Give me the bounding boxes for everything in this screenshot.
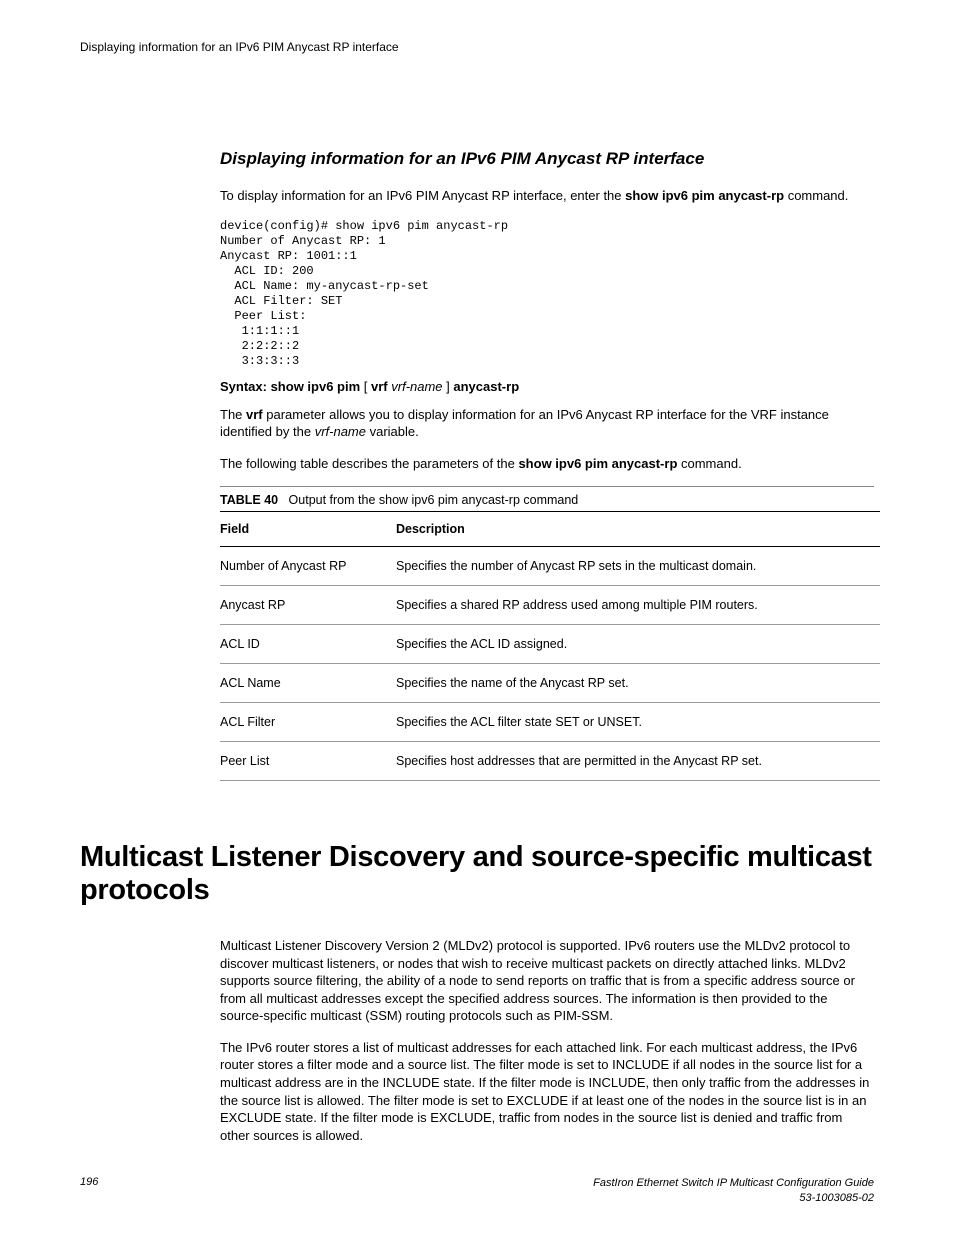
vrf-paragraph: The vrf parameter allows you to display … — [220, 406, 874, 473]
code-block: device(config)# show ipv6 pim anycast-rp… — [220, 219, 874, 369]
footer-docnum: 53-1003085-02 — [799, 1192, 874, 1204]
table-caption-text: Output from the show ipv6 pim anycast-rp… — [289, 493, 579, 507]
table-row: ACL Filter Specifies the ACL filter stat… — [220, 703, 880, 742]
syntax-bracket-open: [ — [360, 379, 371, 394]
section-title: Displaying information for an IPv6 PIM A… — [220, 149, 874, 169]
table-intro-c: command. — [677, 456, 741, 471]
table-caption: TABLE 40 Output from the show ipv6 pim a… — [220, 486, 874, 511]
intro-command: show ipv6 pim anycast-rp — [625, 188, 784, 203]
cell-field: ACL Name — [220, 664, 396, 703]
cell-field: ACL ID — [220, 625, 396, 664]
intro-suffix: command. — [784, 188, 848, 203]
table-caption-label: TABLE 40 — [220, 493, 278, 507]
running-header: Displaying information for an IPv6 PIM A… — [80, 40, 874, 54]
cell-field: Number of Anycast RP — [220, 547, 396, 586]
footer-guide: FastIron Ethernet Switch IP Multicast Co… — [593, 1177, 874, 1189]
intro-paragraph: To display information for an IPv6 PIM A… — [220, 187, 874, 205]
footer-right: FastIron Ethernet Switch IP Multicast Co… — [593, 1176, 874, 1205]
table-intro-cmd: show ipv6 pim anycast-rp — [518, 456, 677, 471]
syntax-label: Syntax: — [220, 379, 271, 394]
table-row: Number of Anycast RP Specifies the numbe… — [220, 547, 880, 586]
syntax-vrf-name: vrf-name — [391, 379, 442, 394]
table-row: Anycast RP Specifies a shared RP address… — [220, 586, 880, 625]
chapter-heading: Multicast Listener Discovery and source-… — [80, 841, 874, 907]
cell-desc: Specifies a shared RP address used among… — [396, 586, 880, 625]
cell-field: ACL Filter — [220, 703, 396, 742]
cell-desc: Specifies the number of Anycast RP sets … — [396, 547, 880, 586]
table-intro-a: The following table describes the parame… — [220, 456, 518, 471]
th-field: Field — [220, 512, 396, 547]
intro-text: To display information for an IPv6 PIM A… — [220, 188, 625, 203]
cell-desc: Specifies the ACL filter state SET or UN… — [396, 703, 880, 742]
cell-desc: Specifies the ACL ID assigned. — [396, 625, 880, 664]
cell-desc: Specifies host addresses that are permit… — [396, 742, 880, 781]
cell-field: Peer List — [220, 742, 396, 781]
page-footer: 196 FastIron Ethernet Switch IP Multicas… — [80, 1176, 874, 1205]
table-row: Peer List Specifies host addresses that … — [220, 742, 880, 781]
output-table: Field Description Number of Anycast RP S… — [220, 511, 880, 781]
table-row: ACL ID Specifies the ACL ID assigned. — [220, 625, 880, 664]
syntax-bracket-close: ] — [443, 379, 454, 394]
table-row: ACL Name Specifies the name of the Anyca… — [220, 664, 880, 703]
syntax-vrf: vrf — [371, 379, 388, 394]
page-number: 196 — [80, 1176, 98, 1188]
document-page: Displaying information for an IPv6 PIM A… — [0, 0, 954, 1235]
syntax-cmd1: show ipv6 pim — [271, 379, 361, 394]
mld-paragraph-1: Multicast Listener Discovery Version 2 (… — [220, 937, 874, 1144]
table-header-row: Field Description — [220, 512, 880, 547]
mld-paragraph-2: The IPv6 router stores a list of multica… — [220, 1039, 874, 1144]
cell-desc: Specifies the name of the Anycast RP set… — [396, 664, 880, 703]
syntax-line: Syntax: show ipv6 pim [ vrf vrf-name ] a… — [220, 379, 874, 394]
syntax-cmd2: anycast-rp — [453, 379, 519, 394]
cell-field: Anycast RP — [220, 586, 396, 625]
th-description: Description — [396, 512, 880, 547]
